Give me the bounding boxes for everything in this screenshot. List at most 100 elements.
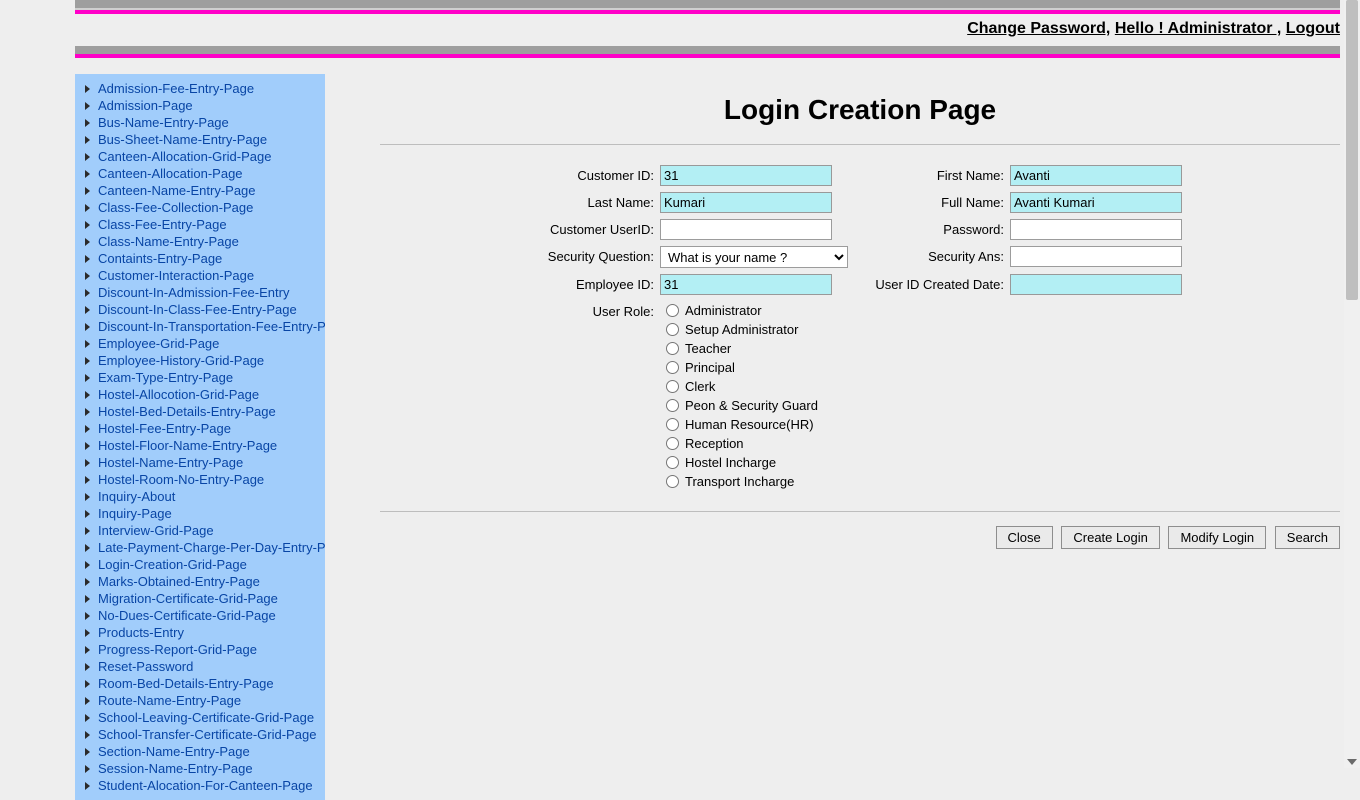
greeting-link[interactable]: Hello ! Administrator , bbox=[1115, 20, 1282, 37]
customer-userid-field[interactable] bbox=[660, 219, 832, 240]
sidebar-item[interactable]: Discount-In-Admission-Fee-Entry bbox=[75, 284, 325, 301]
sidebar-item[interactable]: Hostel-Room-No-Entry-Page bbox=[75, 471, 325, 488]
role-option[interactable]: Reception bbox=[666, 434, 1190, 453]
role-option[interactable]: Peon & Security Guard bbox=[666, 396, 1190, 415]
sidebar-item-label: Progress-Report-Grid-Page bbox=[98, 642, 257, 657]
role-option[interactable]: Administrator bbox=[666, 301, 1190, 320]
sidebar-item[interactable]: Employee-Grid-Page bbox=[75, 335, 325, 352]
role-option[interactable]: Teacher bbox=[666, 339, 1190, 358]
modify-login-button[interactable]: Modify Login bbox=[1168, 526, 1266, 549]
sidebar-item-label: Employee-Grid-Page bbox=[98, 336, 219, 351]
role-option[interactable]: Human Resource(HR) bbox=[666, 415, 1190, 434]
sidebar-item[interactable]: Marks-Obtained-Entry-Page bbox=[75, 573, 325, 590]
role-option[interactable]: Principal bbox=[666, 358, 1190, 377]
sidebar-item[interactable]: Bus-Sheet-Name-Entry-Page bbox=[75, 131, 325, 148]
sidebar-item-label: Customer-Interaction-Page bbox=[98, 268, 254, 283]
sidebar-item[interactable]: Interview-Grid-Page bbox=[75, 522, 325, 539]
sidebar-item[interactable]: Inquiry-About bbox=[75, 488, 325, 505]
role-option[interactable]: Clerk bbox=[666, 377, 1190, 396]
close-button[interactable]: Close bbox=[996, 526, 1053, 549]
sidebar-item[interactable]: Student-Alocation-For-Canteen-Page bbox=[75, 777, 325, 794]
triangle-icon bbox=[85, 102, 90, 110]
role-radio[interactable] bbox=[666, 342, 679, 355]
sidebar-item[interactable]: Admission-Fee-Entry-Page bbox=[75, 80, 325, 97]
sidebar-item[interactable]: Class-Fee-Collection-Page bbox=[75, 199, 325, 216]
role-radio[interactable] bbox=[666, 418, 679, 431]
sidebar-item-label: Hostel-Room-No-Entry-Page bbox=[98, 472, 264, 487]
sidebar-item[interactable]: Hostel-Fee-Entry-Page bbox=[75, 420, 325, 437]
sidebar-item[interactable]: Employee-History-Grid-Page bbox=[75, 352, 325, 369]
label-created-date: User ID Created Date: bbox=[840, 274, 1010, 295]
sidebar-item[interactable]: Bus-Name-Entry-Page bbox=[75, 114, 325, 131]
role-radio[interactable] bbox=[666, 437, 679, 450]
triangle-icon bbox=[85, 340, 90, 348]
employee-id-field bbox=[660, 274, 832, 295]
sidebar-item[interactable]: Hostel-Allocotion-Grid-Page bbox=[75, 386, 325, 403]
role-option[interactable]: Setup Administrator bbox=[666, 320, 1190, 339]
sidebar-item[interactable]: Containts-Entry-Page bbox=[75, 250, 325, 267]
triangle-icon bbox=[85, 442, 90, 450]
sidebar-item[interactable]: Admission-Page bbox=[75, 97, 325, 114]
change-password-link[interactable]: Change Password, bbox=[967, 20, 1110, 37]
sidebar-item-label: Reset-Password bbox=[98, 659, 193, 674]
sidebar-item[interactable]: Hostel-Floor-Name-Entry-Page bbox=[75, 437, 325, 454]
security-question-select[interactable]: What is your name ? bbox=[660, 246, 848, 268]
divider bbox=[380, 144, 1340, 145]
scroll-thumb[interactable] bbox=[1346, 0, 1358, 300]
sidebar-item[interactable]: Route-Name-Entry-Page bbox=[75, 692, 325, 709]
sidebar-item[interactable]: Discount-In-Transportation-Fee-Entry-Pag… bbox=[75, 318, 325, 335]
role-option[interactable]: Hostel Incharge bbox=[666, 453, 1190, 472]
sidebar-item[interactable]: Class-Name-Entry-Page bbox=[75, 233, 325, 250]
role-radio[interactable] bbox=[666, 380, 679, 393]
triangle-icon bbox=[85, 697, 90, 705]
sidebar-item[interactable]: Discount-In-Class-Fee-Entry-Page bbox=[75, 301, 325, 318]
sidebar-item[interactable]: Class-Fee-Entry-Page bbox=[75, 216, 325, 233]
sidebar-item[interactable]: Login-Creation-Grid-Page bbox=[75, 556, 325, 573]
sidebar-item[interactable]: School-Transfer-Certificate-Grid-Page bbox=[75, 726, 325, 743]
sidebar-item[interactable]: No-Dues-Certificate-Grid-Page bbox=[75, 607, 325, 624]
sidebar-item[interactable]: Canteen-Allocation-Grid-Page bbox=[75, 148, 325, 165]
sidebar-item[interactable]: Products-Entry bbox=[75, 624, 325, 641]
role-label: Clerk bbox=[685, 379, 715, 394]
full-name-field bbox=[1010, 192, 1182, 213]
role-option[interactable]: Transport Incharge bbox=[666, 472, 1190, 491]
sidebar-item-label: Marks-Obtained-Entry-Page bbox=[98, 574, 260, 589]
sidebar-item-label: Session-Name-Entry-Page bbox=[98, 761, 253, 776]
sidebar-item[interactable]: Room-Bed-Details-Entry-Page bbox=[75, 675, 325, 692]
role-radio[interactable] bbox=[666, 475, 679, 488]
sidebar-item-label: Admission-Fee-Entry-Page bbox=[98, 81, 254, 96]
logout-link[interactable]: Logout bbox=[1286, 20, 1340, 37]
triangle-icon bbox=[85, 408, 90, 416]
sidebar-item[interactable]: Session-Name-Entry-Page bbox=[75, 760, 325, 777]
sidebar-item[interactable]: Hostel-Name-Entry-Page bbox=[75, 454, 325, 471]
security-ans-field[interactable] bbox=[1010, 246, 1182, 267]
password-field[interactable] bbox=[1010, 219, 1182, 240]
scroll-down-icon[interactable] bbox=[1347, 759, 1357, 765]
role-radio[interactable] bbox=[666, 304, 679, 317]
search-button[interactable]: Search bbox=[1275, 526, 1340, 549]
sidebar-item[interactable]: Canteen-Allocation-Page bbox=[75, 165, 325, 182]
sidebar-item[interactable]: School-Leaving-Certificate-Grid-Page bbox=[75, 709, 325, 726]
sidebar-item[interactable]: Exam-Type-Entry-Page bbox=[75, 369, 325, 386]
label-security-ans: Security Ans: bbox=[840, 246, 1010, 268]
role-radio[interactable] bbox=[666, 361, 679, 374]
sidebar-item[interactable]: Customer-Interaction-Page bbox=[75, 267, 325, 284]
last-name-field bbox=[660, 192, 832, 213]
sidebar-item[interactable]: Hostel-Bed-Details-Entry-Page bbox=[75, 403, 325, 420]
sidebar-item[interactable]: Migration-Certificate-Grid-Page bbox=[75, 590, 325, 607]
sidebar-item[interactable]: Reset-Password bbox=[75, 658, 325, 675]
sidebar-item[interactable]: Inquiry-Page bbox=[75, 505, 325, 522]
role-radio[interactable] bbox=[666, 456, 679, 469]
sidebar-item[interactable]: Canteen-Name-Entry-Page bbox=[75, 182, 325, 199]
triangle-icon bbox=[85, 731, 90, 739]
sidebar-item-label: Canteen-Name-Entry-Page bbox=[98, 183, 256, 198]
role-radio[interactable] bbox=[666, 399, 679, 412]
sidebar-item[interactable]: Section-Name-Entry-Page bbox=[75, 743, 325, 760]
role-radio[interactable] bbox=[666, 323, 679, 336]
sidebar-item[interactable]: Late-Payment-Charge-Per-Day-Entry-Page bbox=[75, 539, 325, 556]
create-login-button[interactable]: Create Login bbox=[1061, 526, 1159, 549]
scrollbar[interactable] bbox=[1344, 0, 1360, 768]
role-label: Transport Incharge bbox=[685, 474, 794, 489]
sidebar-item[interactable]: Progress-Report-Grid-Page bbox=[75, 641, 325, 658]
triangle-icon bbox=[85, 221, 90, 229]
